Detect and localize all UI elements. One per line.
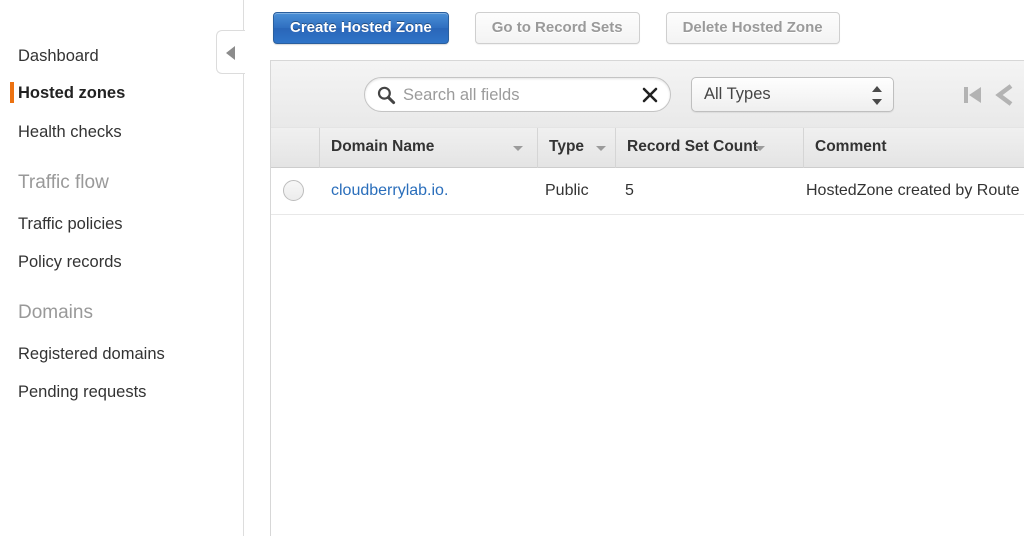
chevron-down-icon: [513, 146, 523, 151]
column-header-record-set-count[interactable]: Record Set Count: [615, 128, 803, 168]
pagination-controls: [956, 79, 1024, 111]
delete-hosted-zone-button[interactable]: Delete Hosted Zone: [665, 12, 840, 44]
sidebar-item-pending-requests[interactable]: Pending requests: [18, 382, 146, 402]
search-icon: [376, 85, 396, 105]
hosted-zones-table: Domain Name Type Record Set Count Commen…: [270, 127, 1024, 536]
column-header-comment[interactable]: Comment: [803, 128, 1024, 168]
active-nav-marker: [10, 82, 14, 103]
main-content: Create Hosted Zone Go to Record Sets Del…: [245, 0, 1024, 536]
column-header-label: Comment: [815, 138, 887, 155]
close-icon[interactable]: [640, 85, 660, 105]
type-filter-value: All Types: [704, 85, 771, 103]
row-select-radio[interactable]: [283, 180, 304, 201]
column-header-type[interactable]: Type: [537, 128, 615, 168]
sidebar-group-domains: Domains: [18, 302, 93, 323]
search-input[interactable]: [401, 78, 620, 113]
cell-type: Public: [545, 182, 589, 199]
go-to-record-sets-button[interactable]: Go to Record Sets: [474, 12, 640, 44]
table-row[interactable]: cloudberrylab.io. Public 5 HostedZone cr…: [271, 168, 1024, 215]
column-header-label: Type: [549, 138, 585, 155]
type-filter-select[interactable]: All Types: [691, 77, 894, 112]
updown-arrows-icon: [872, 86, 882, 105]
sidebar-item-hosted-zones[interactable]: Hosted zones: [18, 83, 125, 103]
caret-left-icon: [226, 46, 235, 60]
search-box[interactable]: [364, 77, 671, 113]
sidebar-item-registered-domains[interactable]: Registered domains: [18, 344, 165, 364]
previous-page-button[interactable]: [990, 79, 1024, 111]
sidebar: Dashboard Hosted zones Health checks Tra…: [0, 0, 244, 536]
sidebar-item-policy-records[interactable]: Policy records: [18, 252, 122, 272]
cell-comment: HostedZone created by Route: [806, 182, 1020, 199]
chevron-down-icon: [596, 146, 606, 151]
table-empty-space: [271, 215, 1024, 536]
action-toolbar: Create Hosted Zone Go to Record Sets Del…: [273, 12, 866, 44]
chevron-down-icon: [755, 146, 765, 151]
column-header-domain-name[interactable]: Domain Name: [319, 128, 537, 168]
sidebar-group-traffic-flow: Traffic flow: [18, 172, 109, 193]
route53-hosted-zones-page: Dashboard Hosted zones Health checks Tra…: [0, 0, 1024, 536]
column-header-label: Domain Name: [331, 138, 435, 155]
first-page-button[interactable]: [956, 79, 990, 111]
filter-bar: All Types: [270, 60, 1024, 127]
sidebar-item-dashboard[interactable]: Dashboard: [18, 46, 99, 66]
cell-domain-name[interactable]: cloudberrylab.io.: [331, 182, 448, 200]
cell-record-set-count: 5: [625, 182, 634, 199]
sidebar-collapse-button[interactable]: [216, 30, 245, 74]
table-header-row: Domain Name Type Record Set Count Commen…: [271, 127, 1024, 168]
sidebar-item-traffic-policies[interactable]: Traffic policies: [18, 214, 123, 234]
column-header-select: [271, 128, 319, 168]
sidebar-item-health-checks[interactable]: Health checks: [18, 122, 122, 142]
create-hosted-zone-button[interactable]: Create Hosted Zone: [273, 12, 449, 44]
column-header-label: Record Set Count: [627, 138, 758, 155]
